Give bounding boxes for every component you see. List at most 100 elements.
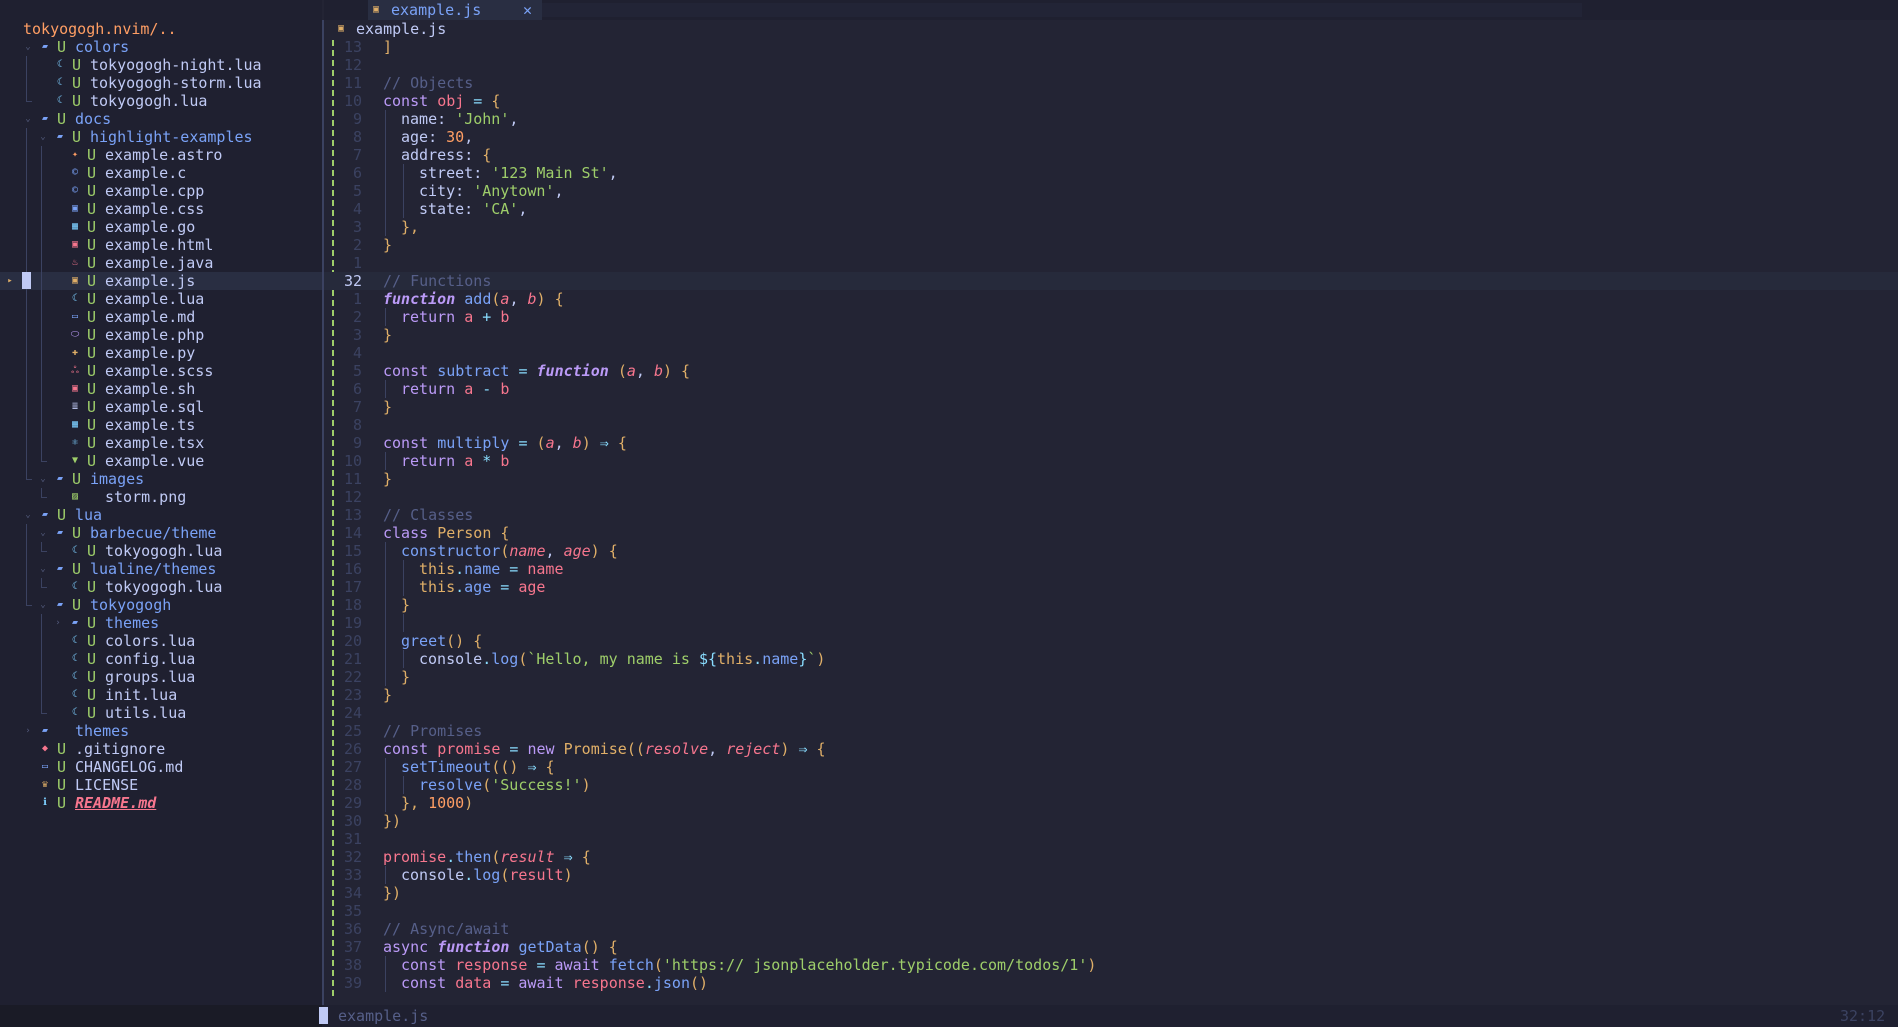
file-example-c[interactable]: © Uexample.c	[0, 164, 322, 182]
code-line[interactable]: 16 this.name = name	[324, 560, 1898, 578]
code-line[interactable]: 22}	[324, 668, 1898, 686]
file-readme-md[interactable]: ℹ U README.md	[0, 794, 322, 812]
code-line[interactable]: 19	[324, 614, 1898, 632]
code-editor[interactable]: ▣ example.js 13] 12 11// Objects 10 const ob…	[324, 20, 1898, 1005]
code-line[interactable]: 26 const promise = new Promise((resolve, …	[324, 740, 1898, 758]
file-license[interactable]: ♛ U LICENSE	[0, 776, 322, 794]
file-example-js[interactable]: ▣ Uexample.js ▸	[0, 272, 322, 290]
code-line[interactable]: 38 const response = await fetch('https://…	[324, 956, 1898, 974]
code-line[interactable]: 1 function add(a, b) {	[324, 290, 1898, 308]
chevron-down-icon[interactable]: ⌄	[23, 38, 33, 56]
code-line[interactable]: 18}	[324, 596, 1898, 614]
code-line[interactable]: 5 const subtract = function (a, b) {	[324, 362, 1898, 380]
code-line[interactable]: 35	[324, 902, 1898, 920]
code-line[interactable]: 10 return a * b	[324, 452, 1898, 470]
code-line[interactable]: 30})	[324, 812, 1898, 830]
code-line[interactable]: 12	[324, 488, 1898, 506]
code-line[interactable]: 25 // Promises	[324, 722, 1898, 740]
code-line[interactable]: 15 constructor(name, age) {	[324, 542, 1898, 560]
file-example-tsx[interactable]: ⚛ Uexample.tsx	[0, 434, 322, 452]
code-line[interactable]: 11}	[324, 470, 1898, 488]
chevron-right-icon[interactable]: ›	[53, 614, 63, 632]
code-line[interactable]: 3},	[324, 218, 1898, 236]
file--gitignore[interactable]: ◆ U .gitignore	[0, 740, 322, 758]
folder-colors[interactable]: ⌄ ▰ Ucolors	[0, 38, 322, 56]
code-line[interactable]: 23}	[324, 686, 1898, 704]
file-example-sh[interactable]: ▣ Uexample.sh	[0, 380, 322, 398]
code-line[interactable]: 28 resolve('Success!')	[324, 776, 1898, 794]
folder-themes[interactable]: › ▰ Uthemes	[0, 614, 322, 632]
file-example-php[interactable]: ⬭ Uexample.php	[0, 326, 322, 344]
chevron-down-icon[interactable]: ⌄	[38, 128, 48, 146]
code-line[interactable]: 13]	[324, 38, 1898, 56]
chevron-down-icon[interactable]: ⌄	[38, 560, 48, 578]
code-line[interactable]: 33 console.log(result)	[324, 866, 1898, 884]
code-line[interactable]: 9 const multiply = (a, b) ⇒ {	[324, 434, 1898, 452]
code-line[interactable]: 39 const data = await response.json()	[324, 974, 1898, 992]
folder-lua[interactable]: ⌄ ▰ Ulua	[0, 506, 322, 524]
explorer-root-path[interactable]: tokyogogh.nvim/..	[23, 20, 177, 38]
folder-tokyogogh[interactable]: ⌄ ▰ Utokyogogh	[0, 596, 322, 614]
file-tokyogogh-lua[interactable]: ☾ Utokyogogh.lua	[0, 578, 322, 596]
code-line[interactable]: 3}	[324, 326, 1898, 344]
code-line[interactable]: 9 name: 'John',	[324, 110, 1898, 128]
code-line[interactable]: 36 // Async/await	[324, 920, 1898, 938]
chevron-down-icon[interactable]: ⌄	[23, 110, 33, 128]
file-colors-lua[interactable]: ☾ Ucolors.lua	[0, 632, 322, 650]
code-line[interactable]: 5 city: 'Anytown',	[324, 182, 1898, 200]
file-example-py[interactable]: ✚ Uexample.py	[0, 344, 322, 362]
code-line[interactable]: 7}	[324, 398, 1898, 416]
code-line[interactable]: 29}, 1000)	[324, 794, 1898, 812]
file-changelog-md[interactable]: ▭ U CHANGELOG.md	[0, 758, 322, 776]
file-tokyogogh-night-lua[interactable]: ☾ Utokyogogh-night.lua	[0, 56, 322, 74]
chevron-down-icon[interactable]: ⌄	[23, 506, 33, 524]
file-config-lua[interactable]: ☾ Uconfig.lua	[0, 650, 322, 668]
file-example-html[interactable]: ▣ Uexample.html	[0, 236, 322, 254]
file-example-css[interactable]: ▣ Uexample.css	[0, 200, 322, 218]
folder-lualine-themes[interactable]: ⌄ ▰ Ulualine/themes	[0, 560, 322, 578]
code-line[interactable]: 21 console.log(`Hello, my name is ${this.…	[324, 650, 1898, 668]
folder-barbecue-theme[interactable]: ⌄ ▰ Ubarbecue/theme	[0, 524, 322, 542]
file-example-scss[interactable]: ஃ Uexample.scss	[0, 362, 322, 380]
code-line[interactable]: 4 state: 'CA',	[324, 200, 1898, 218]
file-example-lua[interactable]: ☾ Uexample.lua	[0, 290, 322, 308]
code-line[interactable]: 7 address: {	[324, 146, 1898, 164]
file-example-java[interactable]: ♨ Uexample.java	[0, 254, 322, 272]
folder-docs[interactable]: ⌄ ▰ Udocs	[0, 110, 322, 128]
file-example-md[interactable]: ▭ Uexample.md	[0, 308, 322, 326]
code-line[interactable]: 14 class Person {	[324, 524, 1898, 542]
chevron-right-icon[interactable]: ›	[23, 722, 33, 740]
chevron-down-icon[interactable]: ⌄	[38, 524, 48, 542]
code-line[interactable]: 10 const obj = {	[324, 92, 1898, 110]
file-tokyogogh-lua[interactable]: ☾ Utokyogogh.lua	[0, 542, 322, 560]
tab-example-js[interactable]: ▣ example.js ✕	[368, 0, 542, 20]
current-code-line[interactable]: 32 // Functions	[324, 272, 1898, 290]
file-example-cpp[interactable]: © Uexample.cpp	[0, 182, 322, 200]
code-line[interactable]: 8	[324, 416, 1898, 434]
code-line[interactable]: 37 async function getData() {	[324, 938, 1898, 956]
file-init-lua[interactable]: ☾ Uinit.lua	[0, 686, 322, 704]
code-line[interactable]: 34})	[324, 884, 1898, 902]
folder-highlight-examples[interactable]: ⌄ ▰ Uhighlight-examples	[0, 128, 322, 146]
code-line[interactable]: 32 promise.then(result ⇒ {	[324, 848, 1898, 866]
code-line[interactable]: 13 // Classes	[324, 506, 1898, 524]
code-line[interactable]: 6 return a - b	[324, 380, 1898, 398]
code-line[interactable]: 24	[324, 704, 1898, 722]
file-storm-png[interactable]: ▨ storm.png	[0, 488, 322, 506]
chevron-down-icon[interactable]: ⌄	[38, 470, 48, 488]
code-line[interactable]: 31	[324, 830, 1898, 848]
file-example-astro[interactable]: ✦ Uexample.astro	[0, 146, 322, 164]
file-example-go[interactable]: ▦ Uexample.go	[0, 218, 322, 236]
code-line[interactable]: 12	[324, 56, 1898, 74]
file-example-vue[interactable]: ▼ Uexample.vue	[0, 452, 322, 470]
file-groups-lua[interactable]: ☾ Ugroups.lua	[0, 668, 322, 686]
code-line[interactable]: 27 setTimeout(() ⇒ {	[324, 758, 1898, 776]
folder-images[interactable]: ⌄ ▰ Uimages	[0, 470, 322, 488]
chevron-down-icon[interactable]: ⌄	[38, 596, 48, 614]
close-icon[interactable]: ✕	[523, 0, 532, 20]
code-line[interactable]: 2}	[324, 236, 1898, 254]
code-line[interactable]: 6 street: '123 Main St',	[324, 164, 1898, 182]
folder-themes[interactable]: › ▰ themes	[0, 722, 322, 740]
code-line[interactable]: 20 greet() {	[324, 632, 1898, 650]
code-line[interactable]: 2 return a + b	[324, 308, 1898, 326]
